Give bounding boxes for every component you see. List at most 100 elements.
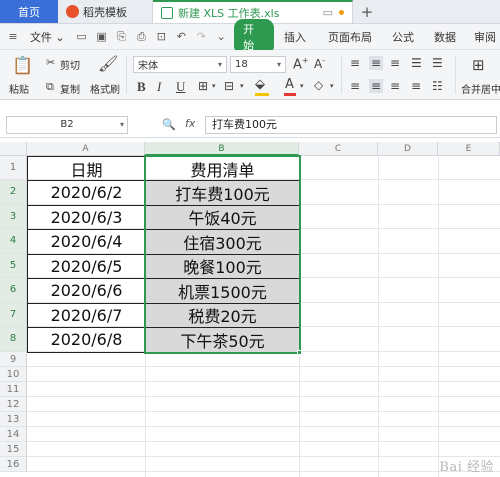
menu-insert[interactable]: 插入 xyxy=(280,29,310,45)
formula-input[interactable]: 打车费100元 xyxy=(205,116,497,134)
merge-center-button[interactable]: 合并居中 xyxy=(461,81,500,96)
row-header-15[interactable]: 15 xyxy=(0,441,27,457)
save-icon[interactable]: ▣ xyxy=(95,30,109,44)
chevron-down-icon[interactable]: ▾ xyxy=(330,82,334,90)
merge-center-icon[interactable]: ⊞ xyxy=(472,56,485,74)
row-header-8[interactable]: 8 xyxy=(0,327,27,352)
border-icon[interactable]: ⊞ xyxy=(198,79,208,93)
align-top-icon[interactable]: ≡ xyxy=(350,56,360,70)
cell-expense[interactable]: 机票1500元 xyxy=(145,278,300,304)
column-header-c[interactable]: C xyxy=(299,142,378,156)
tab-wps-template[interactable]: 稻壳模板 xyxy=(58,0,153,23)
monitor-icon[interactable]: ▭ xyxy=(323,6,333,19)
cell-expense[interactable]: 晚餐100元 xyxy=(145,253,300,279)
menu-review[interactable]: 审阅 xyxy=(470,29,500,45)
cut-icon[interactable]: ✂ xyxy=(46,56,55,69)
merge-cells-icon[interactable]: ⊟ xyxy=(224,79,234,93)
cell-b1-expense-header[interactable]: 费用清单 xyxy=(145,156,300,181)
italic-icon[interactable]: I xyxy=(157,79,161,95)
cell-date[interactable]: 2020/6/7 xyxy=(27,302,146,328)
align-middle-icon[interactable]: ≡ xyxy=(369,56,384,70)
distributed-icon[interactable]: ☷ xyxy=(432,79,443,93)
justify-icon[interactable]: ≡ xyxy=(411,79,421,93)
open-folder-icon[interactable]: ▭ xyxy=(75,30,89,44)
grow-font-icon[interactable]: A+ xyxy=(293,56,309,72)
paste-icon[interactable]: 📋 xyxy=(12,56,33,76)
cell-date[interactable]: 2020/6/5 xyxy=(27,253,146,279)
column-header-b[interactable]: B xyxy=(145,142,299,156)
cell-date[interactable]: 2020/6/4 xyxy=(27,229,146,255)
row-header-7[interactable]: 7 xyxy=(0,302,27,327)
row-header-6[interactable]: 6 xyxy=(0,278,27,303)
spreadsheet-grid[interactable]: A B C D E 1 2 3 4 5 6 7 8 9 10 11 12 13 14 15 16 日期 费用清单 2020/6… xyxy=(0,142,500,477)
copy-icon[interactable]: ⧉ xyxy=(46,80,54,94)
chevron-down-icon[interactable]: ▾ xyxy=(240,82,244,90)
row-header-12[interactable]: 12 xyxy=(0,396,27,412)
new-tab-button[interactable]: + xyxy=(353,0,381,23)
row-header-2[interactable]: 2 xyxy=(0,180,27,205)
cell-date[interactable]: 2020/6/8 xyxy=(27,327,146,353)
cell-expense[interactable]: 税费20元 xyxy=(145,302,300,328)
shrink-font-icon[interactable]: A- xyxy=(314,56,325,71)
cell-expense[interactable]: 下午茶50元 xyxy=(145,327,300,353)
underline-icon[interactable]: U xyxy=(176,79,185,95)
font-size-select[interactable]: 18 ▾ xyxy=(230,56,286,73)
cell-expense[interactable]: 打车费100元 xyxy=(145,180,300,206)
wrap-text-icon[interactable]: ☰ xyxy=(432,56,443,70)
zoom-lookup-icon[interactable]: 🔍 xyxy=(162,118,176,131)
redo-icon[interactable]: ↷ xyxy=(194,30,208,44)
row-header-10[interactable]: 10 xyxy=(0,366,27,382)
export-icon[interactable]: ⎘ xyxy=(115,30,129,44)
cell-expense[interactable]: 午饭40元 xyxy=(145,204,300,230)
column-header-a[interactable]: A xyxy=(27,142,145,156)
eraser-icon[interactable]: ◇ xyxy=(314,78,323,92)
paste-label[interactable]: 粘贴 xyxy=(9,81,29,96)
column-header-e[interactable]: E xyxy=(438,142,500,156)
chevron-down-icon[interactable]: ▾ xyxy=(300,82,304,90)
insert-function-icon[interactable]: fx xyxy=(185,117,195,130)
more-dropdown-icon[interactable]: ⌄ xyxy=(214,30,228,44)
row-header-11[interactable]: 11 xyxy=(0,381,27,397)
tab-home[interactable]: 首页 xyxy=(0,0,58,23)
menu-page-layout[interactable]: 页面布局 xyxy=(324,29,376,45)
font-name-select[interactable]: 宋体 ▾ xyxy=(133,56,227,73)
row-header-13[interactable]: 13 xyxy=(0,411,27,427)
fill-color-icon[interactable]: ⬙ xyxy=(255,77,265,92)
row-header-1[interactable]: 1 xyxy=(0,156,27,180)
font-color-icon[interactable]: A xyxy=(285,77,294,92)
align-bottom-icon[interactable]: ≡ xyxy=(390,56,400,70)
cell-date[interactable]: 2020/6/2 xyxy=(27,180,146,206)
copy-button[interactable]: 复制 xyxy=(60,81,80,96)
menu-file[interactable]: 文件 ⌄ xyxy=(26,29,69,45)
column-header-d[interactable]: D xyxy=(378,142,438,156)
cell-expense[interactable]: 住宿300元 xyxy=(145,229,300,255)
fill-handle[interactable] xyxy=(297,349,302,355)
bold-icon[interactable]: B xyxy=(137,79,146,95)
select-all-corner[interactable] xyxy=(0,142,27,156)
preview-icon[interactable]: ⊡ xyxy=(154,30,168,44)
orientation-icon[interactable]: ☰ xyxy=(411,56,422,70)
print-icon[interactable]: ⎙ xyxy=(134,30,148,44)
row-header-3[interactable]: 3 xyxy=(0,204,27,229)
row-header-5[interactable]: 5 xyxy=(0,253,27,278)
row-header-9[interactable]: 9 xyxy=(0,351,27,367)
menu-data[interactable]: 数据 xyxy=(430,29,460,45)
cut-button[interactable]: 剪切 xyxy=(60,57,80,72)
format-painter-label[interactable]: 格式刷 xyxy=(90,81,120,96)
name-box[interactable]: B2 ▾ xyxy=(6,116,128,134)
gridline-column xyxy=(378,156,379,477)
align-right-icon[interactable]: ≡ xyxy=(390,79,400,93)
hamburger-icon[interactable]: ≡ xyxy=(6,30,20,44)
align-center-icon[interactable]: ≡ xyxy=(369,79,384,93)
format-painter-icon[interactable]: 🖌 xyxy=(98,54,118,73)
align-left-icon[interactable]: ≡ xyxy=(350,79,360,93)
cell-date[interactable]: 2020/6/6 xyxy=(27,278,146,304)
row-header-16[interactable]: 16 xyxy=(0,456,27,472)
chevron-down-icon[interactable]: ▾ xyxy=(212,82,216,90)
undo-icon[interactable]: ↶ xyxy=(174,30,188,44)
row-header-4[interactable]: 4 xyxy=(0,229,27,254)
menu-formula[interactable]: 公式 xyxy=(388,29,418,45)
cell-date[interactable]: 2020/6/3 xyxy=(27,204,146,230)
row-header-14[interactable]: 14 xyxy=(0,426,27,442)
cell-a1-date-header[interactable]: 日期 xyxy=(27,156,146,181)
